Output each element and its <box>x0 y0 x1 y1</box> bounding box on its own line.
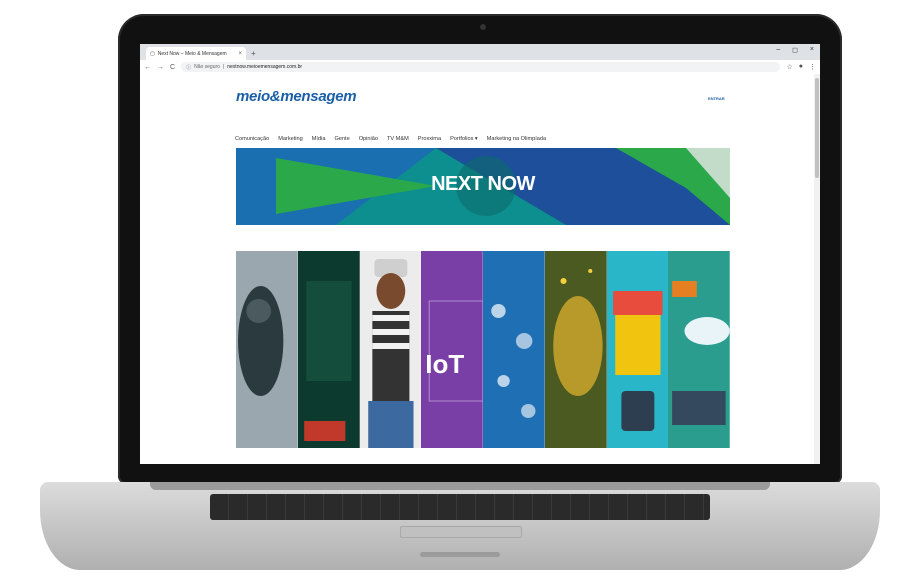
hero-banner[interactable]: NEXT NOW <box>236 148 730 225</box>
image-mosaic: IoT <box>236 251 730 448</box>
maximize-button[interactable]: ◻ <box>792 46 798 54</box>
mosaic-panel-cloud[interactable] <box>668 251 730 448</box>
mosaic-panel-robot[interactable] <box>236 251 298 448</box>
minimize-button[interactable]: – <box>776 46 780 54</box>
web-page: meio&mensagem ENTRAR Comunicação Marketi… <box>140 74 820 464</box>
mosaic-panel-icons[interactable] <box>483 251 545 448</box>
url-text: nextnow.meioemensagem.com.br <box>227 64 303 70</box>
back-button[interactable]: ← <box>144 64 151 71</box>
laptop-front-notch <box>420 552 500 557</box>
nav-item-marketing[interactable]: Marketing <box>278 136 303 142</box>
nav-item-proxxima[interactable]: Proxxima <box>418 136 441 142</box>
star-icon[interactable]: ☆ <box>786 63 792 71</box>
laptop-hinge <box>150 482 770 490</box>
nav-item-midia[interactable]: Mídia <box>312 136 326 142</box>
mosaic-panel-shop[interactable] <box>606 251 669 448</box>
browser-tabbar: ▢ Next Now – Meio & Mensagem × + – ◻ × <box>140 44 820 60</box>
close-tab-icon[interactable]: × <box>238 51 242 57</box>
browser-toolbar: ← → C ⓘ Não seguro | nextnow.meioemensag… <box>140 60 820 75</box>
mosaic-panel-iot[interactable]: IoT <box>421 251 483 448</box>
login-link[interactable]: ENTRAR <box>708 96 725 101</box>
nav-item-gente[interactable]: Gente <box>334 136 349 142</box>
page-scrollbar[interactable] <box>814 74 820 464</box>
menu-icon[interactable]: ⋮ <box>809 63 816 71</box>
toolbar-right: ☆ ● ⋮ <box>786 63 816 71</box>
tab-title: Next Now – Meio & Mensagem <box>157 50 227 57</box>
banner-title: NEXT NOW <box>431 173 535 195</box>
address-bar[interactable]: ⓘ Não seguro | nextnow.meioemensagem.com… <box>181 62 781 72</box>
nav-item-portfolios[interactable]: Portfolios ▾ <box>450 136 478 142</box>
laptop-screen: ▢ Next Now – Meio & Mensagem × + – ◻ × ←… <box>140 44 820 464</box>
profile-icon[interactable]: ● <box>799 63 803 71</box>
site-logo[interactable]: meio&mensagem <box>236 88 357 105</box>
scroll-thumb[interactable] <box>815 78 819 178</box>
laptop-base <box>40 482 880 570</box>
nav-item-olimpiada[interactable]: Marketing na Olimpíada <box>487 136 546 142</box>
forward-button[interactable]: → <box>157 64 164 71</box>
page-icon: ▢ <box>150 50 155 57</box>
security-label: Não seguro <box>194 64 220 70</box>
laptop-lid: ▢ Next Now – Meio & Mensagem × + – ◻ × ←… <box>118 14 842 484</box>
mosaic-panel-vr[interactable] <box>359 251 422 448</box>
laptop-trackpad <box>400 526 522 538</box>
iot-label: IoT <box>425 349 465 379</box>
window-controls: – ◻ × <box>776 46 814 54</box>
new-tab-button[interactable]: + <box>251 47 256 60</box>
close-window-button[interactable]: × <box>810 46 814 54</box>
nav-item-comunicacao[interactable]: Comunicação <box>235 136 269 142</box>
info-icon[interactable]: ⓘ <box>186 64 191 71</box>
webcam <box>480 24 486 30</box>
nav-item-opiniao[interactable]: Opinião <box>359 136 378 142</box>
browser-tab[interactable]: ▢ Next Now – Meio & Mensagem × <box>146 47 246 60</box>
laptop-keyboard <box>210 494 710 520</box>
mosaic-panel-code[interactable] <box>297 251 360 448</box>
site-nav: Comunicação Marketing Mídia Gente Opiniã… <box>235 136 546 142</box>
reload-button[interactable]: C <box>170 64 175 71</box>
mosaic-panel-brain[interactable] <box>544 251 607 448</box>
nav-item-tvmm[interactable]: TV M&M <box>387 136 409 142</box>
